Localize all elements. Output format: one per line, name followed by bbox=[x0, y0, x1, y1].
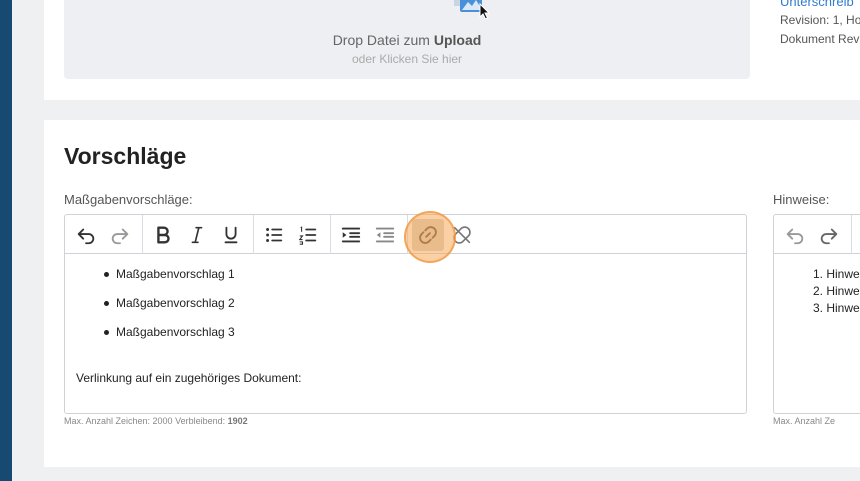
italic-icon bbox=[191, 226, 203, 244]
indent-button[interactable] bbox=[335, 219, 367, 251]
bullet-list-button[interactable] bbox=[258, 219, 290, 251]
document-revision-text: Dokument Revi bbox=[780, 32, 860, 46]
list-item: Maßgabenvorschlag 2 bbox=[104, 296, 235, 310]
upload-dropzone[interactable]: Drop Datei zum Upload oder Klicken Sie h… bbox=[64, 0, 750, 79]
numbered-list-icon bbox=[298, 226, 317, 245]
revision-text: Revision: 1, Hoc bbox=[780, 13, 860, 27]
left-nav-stripe bbox=[0, 0, 12, 481]
section-title: Vorschläge bbox=[64, 143, 187, 169]
list-item: Maßgabenvorschlag 3 bbox=[104, 325, 235, 339]
toolbar-separator bbox=[253, 215, 254, 254]
list-item: 1. Hinwei bbox=[813, 267, 860, 281]
undo-button[interactable] bbox=[70, 219, 102, 251]
link-paragraph: Verlinkung auf ein zugehöriges Dokument: bbox=[76, 371, 302, 385]
editor-toolbar bbox=[774, 215, 860, 254]
redo-icon bbox=[111, 228, 129, 245]
document-info: Unterschreib Revision: 1, Hoc Dokument R… bbox=[780, 0, 860, 49]
notes-editor[interactable]: 1. Hinwei 2. Hinwei 3. Hinwei bbox=[773, 214, 860, 414]
list-item: Maßgabenvorschlag 1 bbox=[104, 267, 235, 281]
toolbar-separator bbox=[851, 215, 852, 254]
undo-button[interactable] bbox=[779, 219, 811, 251]
bold-icon bbox=[157, 226, 170, 244]
italic-button[interactable] bbox=[181, 219, 213, 251]
outdent-button[interactable] bbox=[369, 219, 401, 251]
indent-icon bbox=[341, 227, 361, 243]
toolbar-separator bbox=[142, 215, 143, 254]
notes-label: Hinweise: bbox=[773, 192, 830, 207]
toolbar-separator bbox=[330, 215, 331, 254]
image-upload-icon bbox=[452, 0, 492, 20]
click-highlight bbox=[404, 211, 456, 263]
redo-button[interactable] bbox=[813, 219, 845, 251]
numbered-list-button[interactable] bbox=[292, 219, 324, 251]
character-counter: Max. Anzahl Zeichen: 2000 Verbleibend: 1… bbox=[64, 416, 248, 426]
bullet-list-icon bbox=[266, 228, 283, 242]
redo-icon bbox=[820, 228, 838, 245]
list-item: 2. Hinwei bbox=[813, 284, 860, 298]
underline-icon bbox=[224, 226, 238, 244]
bold-button[interactable] bbox=[147, 219, 179, 251]
signature-link[interactable]: Unterschreib bbox=[780, 0, 860, 11]
list-item: 3. Hinwei bbox=[813, 301, 860, 315]
character-counter: Max. Anzahl Ze bbox=[773, 416, 836, 426]
undo-icon bbox=[77, 228, 95, 245]
redo-button[interactable] bbox=[104, 219, 136, 251]
outdent-icon bbox=[375, 227, 395, 243]
dropzone-sub-text: oder Klicken Sie hier bbox=[351, 52, 463, 66]
undo-icon bbox=[786, 228, 804, 245]
measures-label: Maßgabenvorschläge: bbox=[64, 192, 193, 207]
underline-button[interactable] bbox=[215, 219, 247, 251]
dropzone-main-text: Drop Datei zum Upload bbox=[332, 32, 482, 48]
